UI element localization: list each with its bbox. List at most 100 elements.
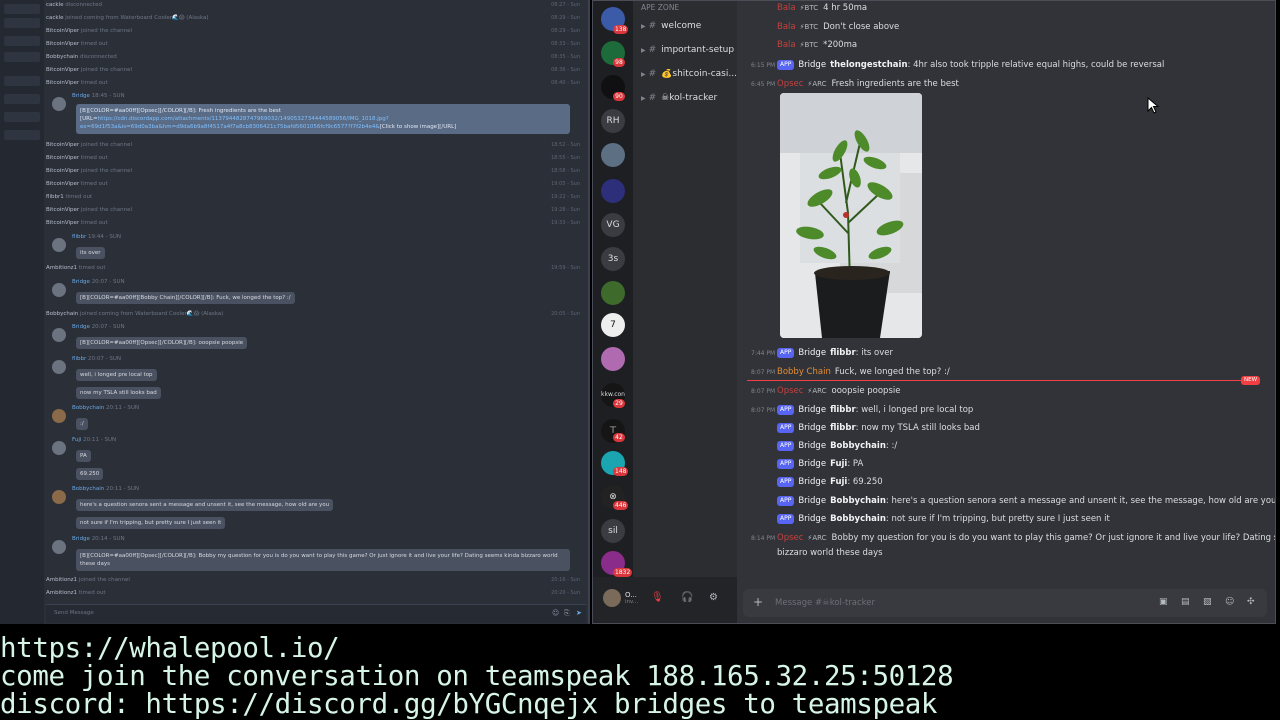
message-bubble[interactable]: [B][COLOR=#aa00ff][Bobby Chain][/COLOR][… (76, 292, 295, 304)
sidebar-item[interactable] (4, 18, 40, 28)
message-bubble[interactable]: 69.250 (76, 468, 104, 480)
event-row: cackle joined coming from Waterboard Coo… (46, 15, 586, 28)
plus-icon[interactable]: + (753, 595, 763, 609)
avatar[interactable] (52, 283, 66, 297)
emoji-icon[interactable]: ☺ (1225, 597, 1234, 607)
message-input[interactable]: + Message #☠kol-tracker ▣ ▤ ▧ ☺ ✣ (743, 589, 1267, 617)
message-bubble[interactable]: here's a question senora sent a message … (76, 499, 334, 511)
message[interactable]: APP Bridge Fuji: 69.250 (777, 475, 1275, 489)
composer-placeholder: Message #☠kol-tracker (775, 598, 875, 608)
avatar[interactable] (603, 589, 621, 607)
unread-badge: 446 (613, 501, 629, 510)
message[interactable]: APP Bridge Bobbychain: not sure if I'm tri… (777, 512, 1275, 526)
message[interactable]: Bala ⚡BTC 4 hr 50ma (777, 1, 1275, 15)
message-input[interactable]: Send Message ☺ ⎘ ➤ (46, 604, 586, 623)
message-bubble[interactable]: PA (76, 450, 91, 462)
event-row: BitcoinViper timed out 08:40 - Sun (46, 80, 586, 93)
message-bubble[interactable]: not sure if I'm tripping, but pretty sur… (76, 517, 226, 529)
server-icon[interactable] (601, 281, 625, 305)
message[interactable]: 7:44 PM APP Bridge flibbr: its over (751, 346, 1271, 360)
message-link[interactable]: ex=69d1f53a&is=69d0a3ba&hm=d9da6b9a8f451… (80, 124, 380, 130)
message[interactable]: APP Bridge Bobbychain: :/ (777, 439, 1275, 453)
message-link[interactable]: https://cdn.discordapp.com/attachments/1… (98, 116, 389, 122)
attach-icon[interactable]: ⎘ (564, 609, 572, 617)
avatar[interactable] (52, 441, 66, 455)
attached-image[interactable] (780, 93, 922, 338)
event-action: joined the channel (80, 28, 132, 34)
message-bubble[interactable]: its over (76, 247, 105, 259)
event-row: BitcoinViper joined the channel 18:58 - S… (46, 168, 580, 174)
message-text: [URL=https://cdn.discordapp.com/attachme… (80, 116, 389, 122)
avatar[interactable] (52, 360, 66, 374)
event-time: 08:36 - Sun (551, 67, 580, 73)
message[interactable]: APP Bridge flibbr: now my TSLA still looks… (777, 421, 1275, 435)
selected-message-bubble[interactable]: [B][COLOR=#aa00ff][Opsec][/COLOR][/B]: F… (76, 104, 570, 134)
channel-important-setup[interactable]: ▶ # important-setup (641, 45, 737, 55)
sidebar-item[interactable] (4, 112, 40, 122)
channel-shitcoin-casino[interactable]: ▶ # 💰shitcoin-casi... (641, 69, 737, 79)
headphones-icon[interactable]: 🎧 (681, 592, 693, 603)
message[interactable]: 6:15 PM APP Bridge thelongestchain: 4hr als… (751, 58, 1271, 72)
message[interactable]: 8:07 PM Opsec ⚡ARC ooopsie poopsie (751, 384, 1271, 398)
avatar[interactable] (52, 490, 66, 504)
message[interactable]: 8:07 PM Bobby Chain Fuck, we longed the to… (751, 365, 1271, 379)
sidebar-item[interactable] (4, 36, 40, 46)
apps-icon[interactable]: ✣ (1247, 597, 1255, 607)
message-bubble[interactable]: well, i longed pre local top (76, 369, 157, 381)
category-header[interactable]: APE ZONE (641, 3, 679, 12)
message[interactable]: 6:45 PM Opsec ⚡ARC Fresh ingredients are th… (751, 77, 1271, 91)
message-bubble[interactable]: now my TSLA still looks bad (76, 387, 161, 399)
server-icon[interactable] (601, 347, 625, 371)
sidebar-item[interactable] (4, 4, 40, 14)
gift-icon[interactable]: ▣ (1159, 597, 1168, 607)
event-action: disconnected (80, 54, 117, 60)
message[interactable]: APP Bridge Fuji: PA (777, 457, 1275, 471)
event-row: cackle disconnected 08:27 - Sun (46, 2, 586, 15)
server-icon[interactable]: RH (601, 109, 625, 133)
teamspeak-sidebar (0, 0, 44, 624)
event-time: 08:40 - Sun (551, 80, 580, 86)
send-icon[interactable]: ➤ (576, 609, 584, 617)
user-panel: O... inv... 🎙 🎧 ⚙ (593, 577, 737, 623)
server-icon[interactable] (601, 179, 625, 203)
user-name[interactable]: O... inv... (625, 591, 638, 605)
sidebar-item[interactable] (4, 52, 40, 62)
server-icon[interactable]: 3s (601, 247, 625, 271)
new-messages-divider (747, 380, 1247, 381)
server-icon[interactable]: 7 (601, 313, 625, 337)
mic-muted-icon[interactable]: 🎙 (651, 592, 664, 603)
avatar[interactable] (52, 238, 66, 252)
message[interactable]: Bala ⚡BTC Don't close above (777, 20, 1275, 34)
gif-icon[interactable]: ▤ (1181, 597, 1190, 607)
channel-kol-tracker[interactable]: ▶ # ☠kol-tracker (641, 93, 737, 103)
event-action: timed out (80, 80, 108, 86)
event-row: BitcoinViper timed out 18:55 - Sun (46, 155, 580, 161)
avatar[interactable] (52, 409, 66, 423)
server-icon[interactable]: sil (601, 519, 625, 543)
event-row: flibbr1 timed out 19:22 - Sun (46, 194, 580, 200)
message-bubble[interactable]: :/ (76, 418, 88, 430)
server-icon[interactable] (601, 143, 625, 167)
avatar[interactable] (52, 540, 66, 554)
avatar[interactable] (52, 328, 66, 342)
message-bubble[interactable]: [B][COLOR=#aa00ff][Opsec][/COLOR][/B]: o… (76, 337, 248, 349)
message-bubble[interactable]: [B][COLOR=#aa00ff][Opsec][/COLOR][/B]: B… (76, 549, 570, 571)
message-text: ex=69d1f53a&is=69d0a3ba&hm=d9da6b9a8f451… (80, 124, 457, 130)
emoji-icon[interactable]: ☺ (552, 609, 560, 617)
message[interactable]: 8:07 PM APP Bridge flibbr: well, i longed p… (751, 403, 1271, 417)
sidebar-item[interactable] (4, 130, 40, 140)
stream-banner: https://whalepool.io/ come join the conv… (0, 634, 1280, 720)
avatar[interactable] (52, 97, 66, 111)
message[interactable]: Bala ⚡BTC *200ma (777, 38, 1275, 52)
sidebar-item[interactable] (4, 76, 40, 86)
message[interactable]: APP Bridge Bobbychain: here's a question s… (777, 494, 1275, 508)
event-user: Bobbychain (46, 54, 79, 60)
sidebar-item[interactable] (4, 94, 40, 104)
show-image-link[interactable]: [Click to show image] (380, 124, 440, 130)
sticker-icon[interactable]: ▧ (1203, 597, 1212, 607)
message[interactable]: 8:14 PM Opsec ⚡ARC Bobby my question for yo… (751, 531, 1275, 545)
gear-icon[interactable]: ⚙ (709, 592, 718, 603)
channel-welcome[interactable]: ▶ # welcome (641, 21, 737, 31)
unread-badge: 138 (613, 25, 629, 34)
server-icon[interactable]: VG (601, 213, 625, 237)
